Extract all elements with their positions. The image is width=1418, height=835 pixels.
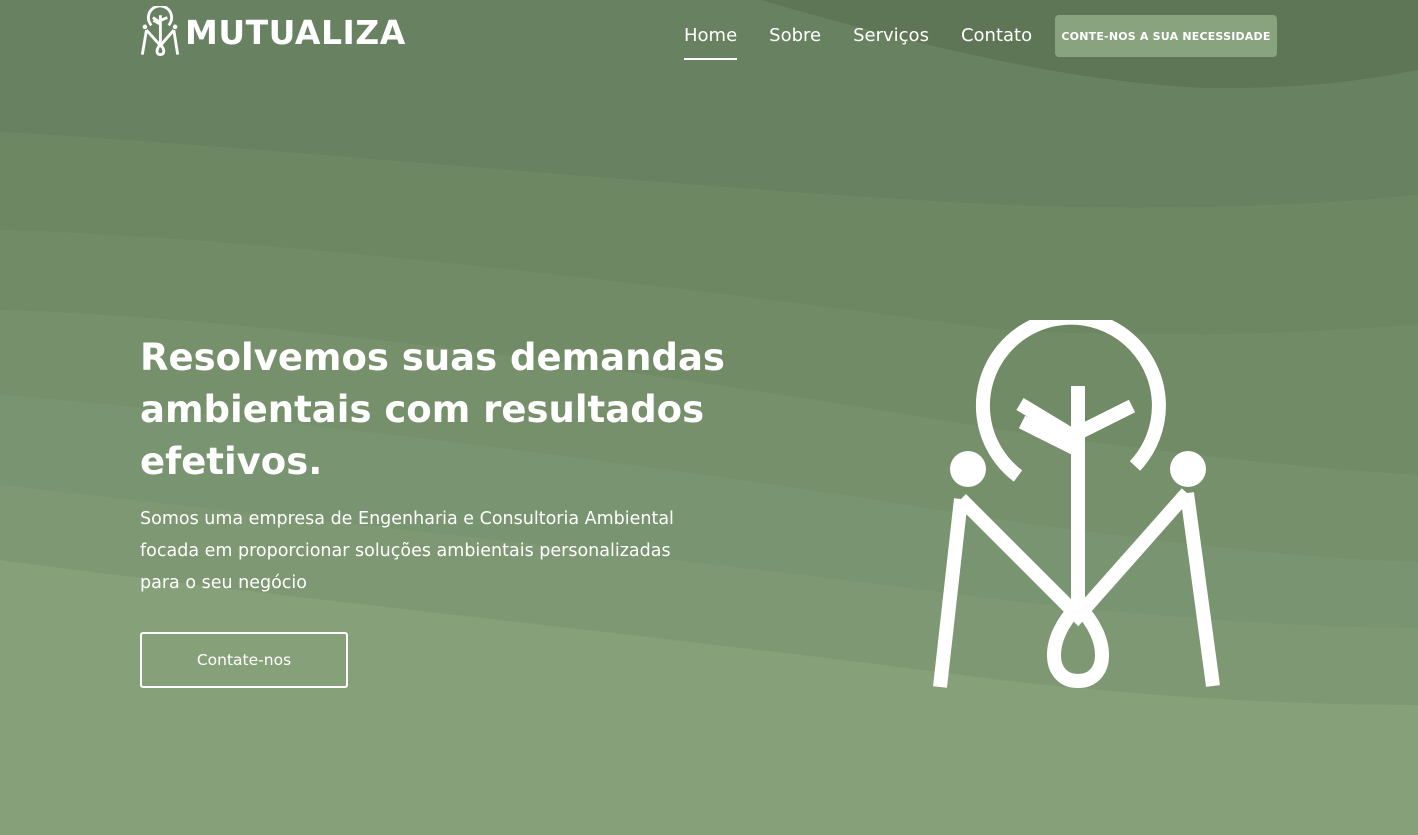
contact-need-button[interactable]: CONTE-NOS A SUA NECESSIDADE (1055, 15, 1277, 57)
mutualiza-logo-icon (140, 6, 180, 57)
hero-subtitle: Somos uma empresa de Engenharia e Consul… (140, 509, 674, 593)
hero-illustration (920, 310, 1230, 705)
brand-name: MUTUALIZA (185, 12, 406, 52)
mutualiza-emblem-icon (933, 310, 1220, 689)
main-nav: Home Sobre Serviços Contato (684, 24, 1064, 60)
nav-item-sobre[interactable]: Sobre (769, 24, 821, 60)
nav-item-contato[interactable]: Contato (961, 24, 1032, 60)
nav-item-servicos[interactable]: Serviços (853, 24, 929, 60)
contact-button[interactable]: Contate-nos (140, 632, 348, 688)
hero-title: Resolvemos suas demandas ambientais com … (140, 336, 725, 483)
brand-logo[interactable]: MUTUALIZA (140, 6, 406, 58)
nav-item-home[interactable]: Home (684, 24, 738, 60)
